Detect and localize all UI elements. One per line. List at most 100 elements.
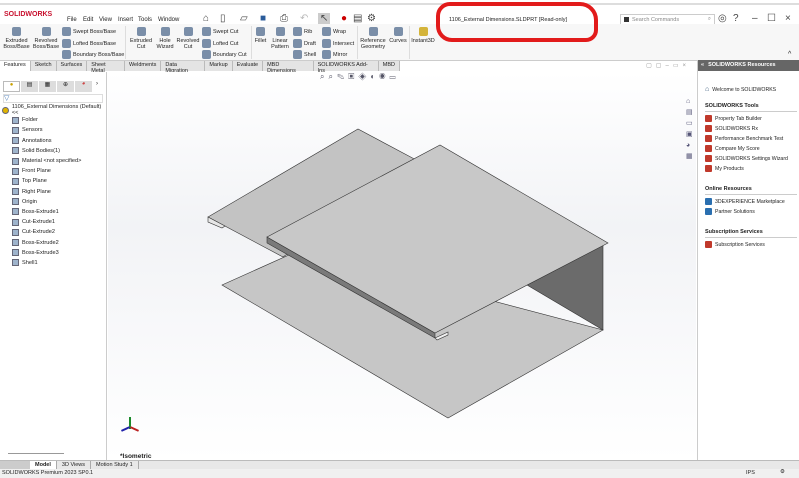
tab-solidworks-add-ins[interactable]: SOLIDWORKS Add-Ins (313, 61, 379, 74)
select-icon[interactable]: ↖ (318, 13, 331, 24)
tab-model[interactable]: Model (30, 461, 57, 469)
tab-3d-views[interactable]: 3D Views (57, 461, 92, 469)
lofted-boss-button[interactable]: Lofted Boss/Base (62, 39, 116, 48)
propertymanager-tab-icon[interactable]: ▤ (21, 81, 38, 92)
tab-evaluate[interactable]: Evaluate (232, 61, 264, 71)
print-icon[interactable]: ⎙ (280, 13, 288, 24)
menu-edit[interactable]: Edit (83, 17, 93, 23)
shell-button[interactable]: Shell (293, 50, 316, 59)
resource-link[interactable]: SOLIDWORKS Settings Wizard (705, 155, 799, 162)
minimize-button[interactable]: – (752, 13, 758, 24)
menu-view[interactable]: View (99, 17, 112, 23)
resource-link[interactable]: SOLIDWORKS Rx (705, 125, 799, 132)
tree-item[interactable]: Sensors (2, 125, 106, 135)
featuremanager-tab-icon[interactable]: ● (3, 81, 20, 92)
tree-root[interactable]: 1106_External Dimensions (Default) << (2, 104, 106, 116)
section-header[interactable]: SOLIDWORKS Tools (705, 103, 797, 112)
configurationmanager-tab-icon[interactable]: ▦ (39, 81, 56, 92)
resource-link[interactable]: My Products (705, 165, 799, 172)
tab-motion-study-1[interactable]: Motion Study 1 (91, 461, 139, 469)
rebuild-icon[interactable]: ● (341, 13, 347, 24)
tab-sheet-metal[interactable]: Sheet Metal (87, 61, 125, 74)
menu-file[interactable]: File (67, 17, 77, 23)
more-tabs-chevron-icon[interactable]: › (93, 81, 101, 92)
instant3d-button[interactable]: Instant3D (411, 27, 435, 44)
resource-link[interactable]: Performance Benchmark Test (705, 135, 799, 142)
tab-weldments[interactable]: Weldments (124, 61, 162, 71)
undo-icon[interactable]: ↶ (300, 13, 308, 24)
tree-item[interactable]: Shell1 (2, 258, 106, 268)
search-icon[interactable]: ⌕ (708, 16, 711, 23)
rib-button[interactable]: Rib (293, 27, 312, 36)
tab-features[interactable]: Features (0, 61, 31, 71)
tree-item[interactable]: Cut-Extrude2 (2, 227, 106, 237)
part-model[interactable] (108, 72, 696, 460)
tab-scroll-arrows[interactable] (0, 461, 30, 469)
tree-item[interactable]: Origin (2, 197, 106, 207)
menu-tools[interactable]: Tools (138, 17, 152, 23)
units-selector[interactable]: IPS (746, 470, 755, 476)
options-gear-icon[interactable]: ⚙ (367, 13, 376, 24)
revolved-cut-button[interactable]: Revolved Cut (176, 27, 200, 50)
tree-item[interactable]: Front Plane (2, 166, 106, 176)
dimxpert-tab-icon[interactable]: ⊕ (57, 81, 74, 92)
tree-item[interactable]: Material <not specified> (2, 156, 106, 166)
new-document-icon[interactable]: ▯ (220, 13, 226, 24)
extruded-boss-button[interactable]: Extruded Boss/Base (3, 27, 30, 50)
tab-data-migration[interactable]: Data Migration (161, 61, 206, 74)
fillet-button[interactable]: Fillet (253, 27, 268, 44)
resource-link[interactable]: Compare My Score (705, 145, 799, 152)
tree-item[interactable]: Annotations (2, 136, 106, 146)
scrollbar[interactable] (8, 453, 64, 454)
revolved-boss-button[interactable]: Revolved Boss/Base (32, 27, 60, 50)
menu-window[interactable]: Window (158, 17, 179, 23)
hole-wizard-button[interactable]: Hole Wizard (155, 27, 175, 50)
draft-button[interactable]: Draft (293, 39, 316, 48)
curves-button[interactable]: Curves (389, 27, 407, 44)
open-icon[interactable]: ▱ (240, 13, 248, 24)
boundary-boss-button[interactable]: Boundary Boss/Base (62, 50, 124, 59)
account-icon[interactable]: ◎ (718, 13, 727, 24)
tab-sketch[interactable]: Sketch (30, 61, 57, 71)
tree-item[interactable]: Solid Bodies(1) (2, 146, 106, 156)
file-properties-icon[interactable]: ▤ (353, 13, 362, 24)
tree-item[interactable]: Top Plane (2, 176, 106, 186)
section-header[interactable]: Online Resources (705, 186, 797, 195)
tab-surfaces[interactable]: Surfaces (56, 61, 88, 71)
graphics-viewport[interactable]: ⌕⌕✎▣◈◐◉▭ ▢▢–▭× *Isometric (108, 63, 696, 460)
status-settings-icon[interactable]: ⚙ (780, 469, 785, 475)
tree-item[interactable]: Boss-Extrude1 (2, 207, 106, 217)
wrap-button[interactable]: Wrap (322, 27, 346, 36)
tree-item[interactable]: Right Plane (2, 187, 106, 197)
collapse-ribbon-icon[interactable]: ^ (788, 51, 791, 58)
viewport-window-controls[interactable]: ▢▢–▭× (646, 62, 690, 69)
resource-link[interactable]: Subscription Services (705, 241, 799, 248)
linear-pattern-button[interactable]: Linear Pattern (270, 27, 290, 50)
task-pane-tabs[interactable]: ⌂ ▤ ▭ ▣ ◕ ▦ (686, 96, 696, 162)
collapse-pane-icon[interactable]: « (701, 62, 704, 69)
mirror-button[interactable]: Mirror (322, 50, 347, 59)
reference-geometry-button[interactable]: Reference Geometry (359, 27, 387, 50)
close-button[interactable]: × (785, 13, 791, 24)
resource-link[interactable]: 3DEXPERIENCE Marketplace (705, 198, 799, 205)
tab-markup[interactable]: Markup (205, 61, 233, 71)
save-icon[interactable]: ■ (260, 13, 266, 24)
tree-item[interactable]: Folder (2, 115, 106, 125)
resource-link[interactable]: Property Tab Builder (705, 115, 799, 122)
display-manager-tab-icon[interactable]: ◕ (75, 81, 92, 92)
maximize-button[interactable]: ☐ (767, 13, 776, 24)
boundary-cut-button[interactable]: Boundary Cut (202, 50, 247, 59)
extruded-cut-button[interactable]: Extruded Cut (128, 27, 154, 50)
tree-item[interactable]: Cut-Extrude1 (2, 217, 106, 227)
intersect-button[interactable]: Intersect (322, 39, 354, 48)
tab-mbd-dimensions[interactable]: MBD Dimensions (263, 61, 314, 74)
filter-icon[interactable]: ▽ (3, 94, 103, 103)
tree-item[interactable]: Boss-Extrude2 (2, 237, 106, 247)
swept-boss-button[interactable]: Swept Boss/Base (62, 27, 116, 36)
tab-mbd[interactable]: MBD (378, 61, 400, 71)
section-header[interactable]: Subscription Services (705, 229, 797, 238)
menu-insert[interactable]: Insert (118, 17, 133, 23)
resource-link[interactable]: Partner Solutions (705, 208, 799, 215)
home-icon[interactable]: ⌂ (203, 13, 209, 24)
welcome-link[interactable]: ⌂ Welcome to SOLIDWORKS (705, 86, 799, 93)
